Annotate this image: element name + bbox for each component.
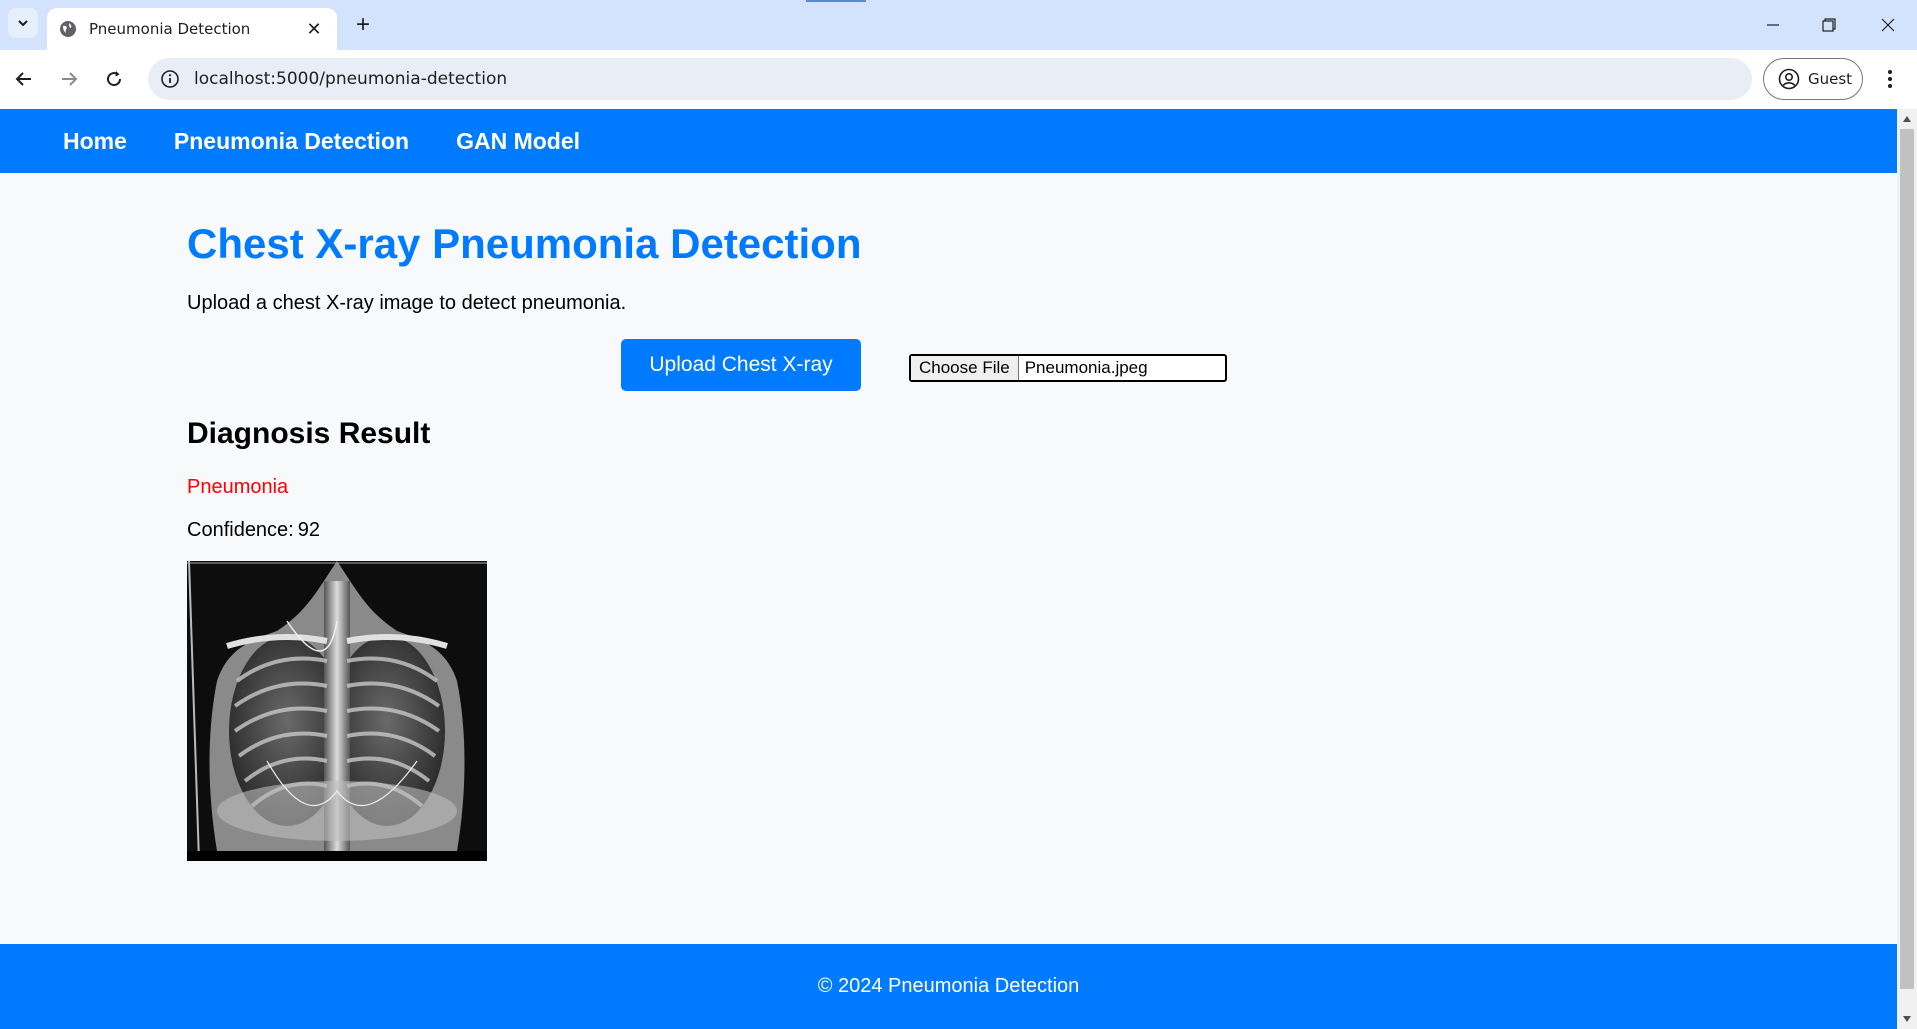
browser-tab-strip: Pneumonia Detection ✕ +: [0, 0, 1917, 50]
choose-file-button[interactable]: Choose File: [911, 356, 1019, 380]
tab-strip-indicator: [806, 0, 866, 2]
profile-button[interactable]: Guest: [1763, 58, 1863, 100]
browser-tab[interactable]: Pneumonia Detection ✕: [47, 8, 337, 50]
tab-list-icon[interactable]: [8, 8, 38, 38]
footer-text: © 2024 Pneumonia Detection: [817, 975, 1080, 997]
profile-label: Guest: [1808, 70, 1853, 88]
site-footer: © 2024 Pneumonia Detection: [0, 944, 1897, 1029]
file-input[interactable]: Choose File Pneumonia.jpeg: [909, 354, 1227, 382]
nav-link-home[interactable]: Home: [63, 128, 127, 155]
confidence-label: Confidence:: [187, 519, 294, 541]
info-icon[interactable]: [160, 69, 180, 89]
person-icon: [1778, 68, 1800, 90]
nav-link-gan-model[interactable]: GAN Model: [456, 128, 580, 155]
plus-icon[interactable]: +: [348, 10, 378, 40]
page-scrollbar[interactable]: [1897, 109, 1917, 1029]
window-close-icon[interactable]: [1860, 0, 1916, 50]
selected-file-name: Pneumonia.jpeg: [1024, 358, 1148, 377]
page-title: Chest X-ray Pneumonia Detection: [187, 220, 862, 267]
page-viewport: Home Pneumonia Detection GAN Model Chest…: [0, 109, 1897, 1029]
restore-icon[interactable]: [1801, 0, 1857, 50]
forward-arrow-icon[interactable]: [51, 61, 87, 97]
close-icon[interactable]: ✕: [303, 18, 325, 40]
scrollbar-thumb[interactable]: [1900, 129, 1914, 989]
confidence-value: 92: [297, 519, 320, 541]
site-navbar: Home Pneumonia Detection GAN Model: [0, 109, 1897, 173]
xray-image: [187, 561, 487, 861]
reload-icon[interactable]: [96, 61, 132, 97]
diagnosis-result-heading: Diagnosis Result: [187, 417, 431, 450]
page-intro: Upload a chest X-ray image to detect pne…: [187, 292, 627, 314]
more-vert-icon[interactable]: [1872, 61, 1908, 97]
confidence-text: Confidence: 92: [187, 519, 320, 542]
globe-icon: [60, 21, 76, 37]
address-bar[interactable]: localhost:5000/pneumonia-detection: [148, 58, 1752, 100]
back-arrow-icon[interactable]: [6, 61, 42, 97]
nav-link-pneumonia-detection[interactable]: Pneumonia Detection: [174, 128, 409, 155]
scroll-down-arrow-icon[interactable]: [1897, 1009, 1917, 1029]
browser-toolbar: localhost:5000/pneumonia-detection Guest: [0, 50, 1917, 109]
url-text[interactable]: localhost:5000/pneumonia-detection: [194, 69, 507, 89]
minimize-icon[interactable]: [1745, 0, 1801, 50]
upload-chest-xray-button[interactable]: Upload Chest X-ray: [621, 339, 861, 391]
tab-title: Pneumonia Detection: [89, 20, 251, 38]
diagnosis-label: Pneumonia: [187, 476, 289, 498]
scroll-up-arrow-icon[interactable]: [1897, 109, 1917, 129]
